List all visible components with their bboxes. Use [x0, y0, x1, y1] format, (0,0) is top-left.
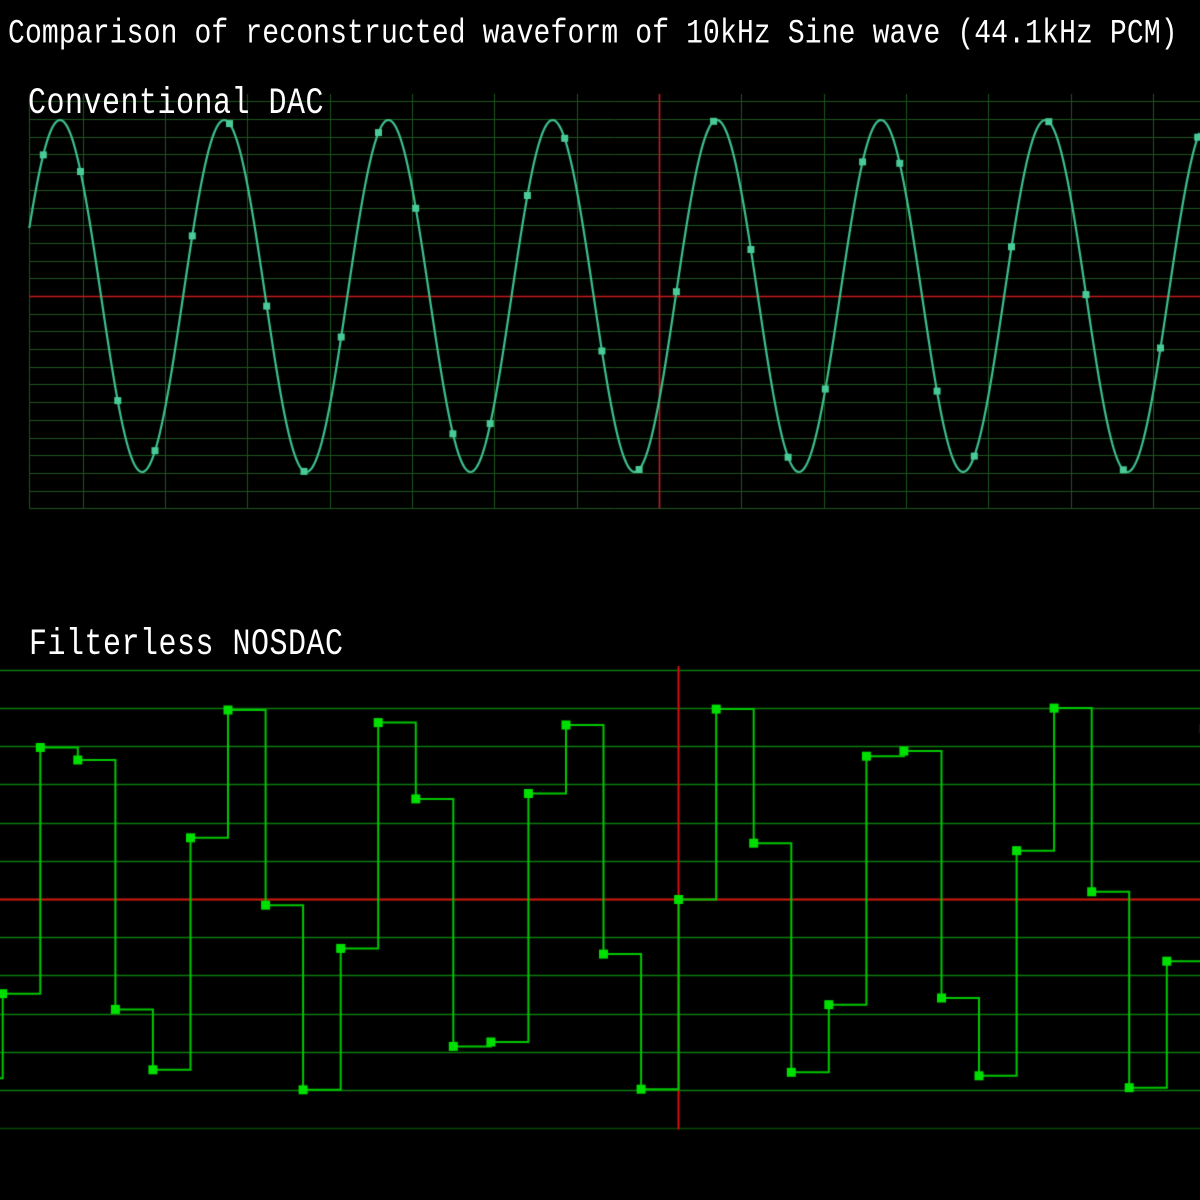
chart-title-conventional-dac: Conventional DAC [28, 83, 325, 126]
page-title: Comparison of reconstructed waveform of … [8, 15, 1178, 54]
waveform-plots-canvas [0, 0, 1200, 1200]
chart-title-filterless-nosdac: Filterless NOSDAC [29, 624, 344, 667]
screenshot-root: Comparison of reconstructed waveform of … [0, 0, 1200, 1200]
